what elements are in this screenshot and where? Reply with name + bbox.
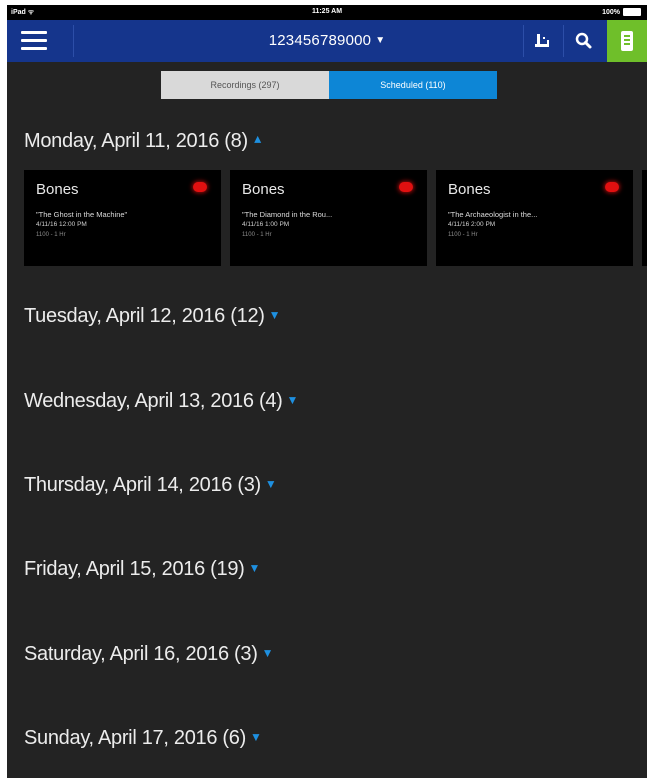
card-channel: 1100 - 1 Hr <box>36 232 66 238</box>
day-header-thursday[interactable]: Thursday, April 14, 2016 (3) ▼ <box>24 474 277 497</box>
day-label: Sunday, April 17, 2016 (6) <box>24 727 246 749</box>
card-episode: "The Ghost in the Machine" <box>36 210 128 219</box>
battery-icon <box>623 8 641 16</box>
remote-button[interactable] <box>607 20 647 62</box>
day-header-sunday[interactable]: Sunday, April 17, 2016 (6) ▼ <box>24 727 262 750</box>
filter-sort-button[interactable] <box>530 28 558 54</box>
day-header-friday[interactable]: Friday, April 15, 2016 (19) ▼ <box>24 558 260 581</box>
card-title: Bones <box>36 181 79 198</box>
top-nav-bar: 123456789000 ▼ <box>7 20 647 62</box>
search-icon <box>575 32 592 49</box>
chevron-up-icon: ▼ <box>251 133 264 147</box>
card-title: Bones <box>448 181 491 198</box>
chevron-down-icon: ▼ <box>249 730 262 744</box>
status-bar: iPad ᯤ 11:25 AM 100% <box>7 5 647 20</box>
account-number: 123456789000 <box>268 32 372 49</box>
record-indicator-icon <box>193 182 207 192</box>
account-dropdown[interactable]: 123456789000 ▼ <box>269 32 386 49</box>
nav-divider <box>73 25 74 57</box>
battery-percent: 100% <box>602 8 620 16</box>
record-indicator-icon <box>399 182 413 192</box>
remote-icon <box>621 31 633 51</box>
view-tabs: Recordings (297) Scheduled (110) <box>161 71 497 99</box>
app-screen: iPad ᯤ 11:25 AM 100% 123456789000 ▼ Reco… <box>7 5 647 778</box>
day-label: Wednesday, April 13, 2016 (4) <box>24 390 283 412</box>
chevron-down-icon: ▼ <box>375 35 386 46</box>
day-label: Thursday, April 14, 2016 (3) <box>24 474 261 496</box>
card-datetime: 4/11/16 2:00 PM <box>448 221 496 228</box>
nav-divider <box>563 25 564 57</box>
card-channel: 1100 - 1 Hr <box>242 232 272 238</box>
chevron-down-icon: ▼ <box>261 646 274 660</box>
day-label: Saturday, April 16, 2016 (3) <box>24 643 258 665</box>
chevron-down-icon: ▼ <box>264 477 277 491</box>
menu-button[interactable] <box>21 31 47 51</box>
record-indicator-icon <box>605 182 619 192</box>
card-datetime: 4/11/16 12:00 PM <box>36 221 87 228</box>
day-label: Monday, April 11, 2016 (8) <box>24 130 248 152</box>
day-header-wednesday[interactable]: Wednesday, April 13, 2016 (4) ▼ <box>24 390 298 413</box>
card-datetime: 4/11/16 1:00 PM <box>242 221 290 228</box>
card-title: Bones <box>242 181 285 198</box>
tab-recordings[interactable]: Recordings (297) <box>161 71 329 99</box>
chevron-down-icon: ▼ <box>268 308 281 322</box>
menu-icon <box>21 31 47 50</box>
chevron-down-icon: ▼ <box>248 561 261 575</box>
search-button[interactable] <box>570 28 598 54</box>
day-label: Friday, April 15, 2016 (19) <box>24 558 245 580</box>
recording-card[interactable]: Bones "The Diamond in the Rou... 4/11/16… <box>230 170 427 266</box>
filter-sort-icon <box>535 34 549 47</box>
nav-divider <box>523 25 524 57</box>
recording-card[interactable]: Bones "The Archaeologist in the... 4/11/… <box>436 170 633 266</box>
status-time: 11:25 AM <box>311 8 343 15</box>
day-header-saturday[interactable]: Saturday, April 16, 2016 (3) ▼ <box>24 643 273 666</box>
chevron-down-icon: ▼ <box>286 393 299 407</box>
card-episode: "The Archaeologist in the... <box>448 210 538 219</box>
card-episode: "The Diamond in the Rou... <box>242 210 333 219</box>
recording-card[interactable]: Bones "The Ghost in the Machine" 4/11/16… <box>24 170 221 266</box>
day-header-tuesday[interactable]: Tuesday, April 12, 2016 (12) ▼ <box>24 305 281 328</box>
battery-status: 100% <box>602 8 641 16</box>
card-channel: 1100 - 1 Hr <box>448 232 478 238</box>
recording-card-partial[interactable] <box>642 170 647 266</box>
day-header-monday[interactable]: Monday, April 11, 2016 (8) ▼ <box>24 130 263 153</box>
day-label: Tuesday, April 12, 2016 (12) <box>24 305 265 327</box>
tab-scheduled[interactable]: Scheduled (110) <box>329 71 497 99</box>
